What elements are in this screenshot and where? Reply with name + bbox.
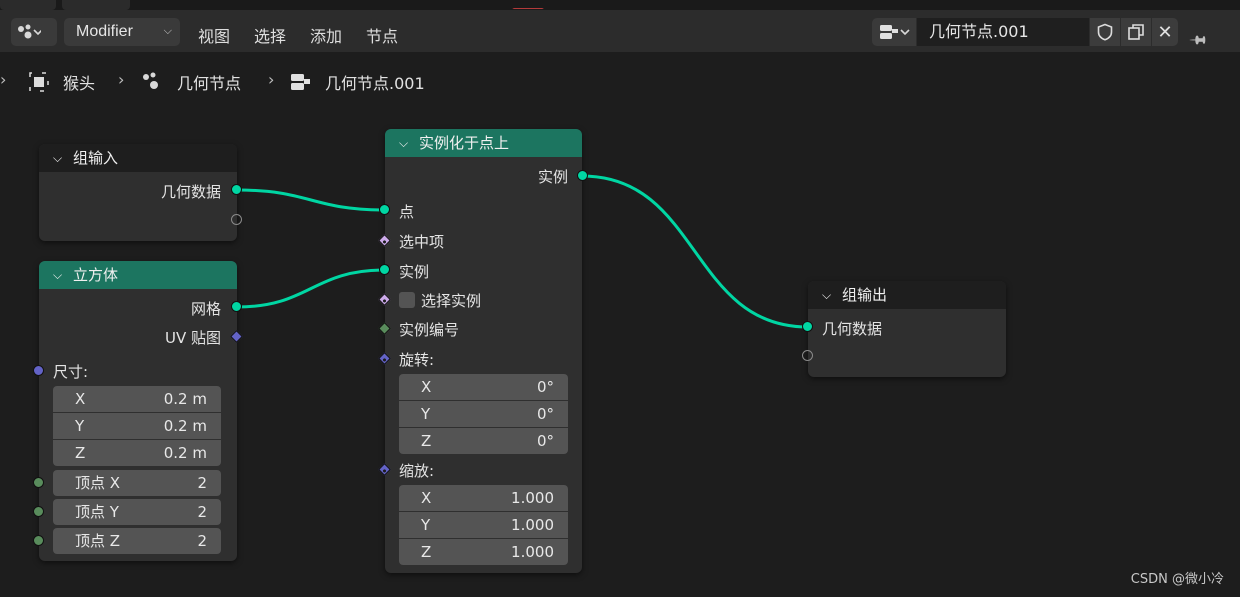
- field-label: X: [421, 489, 432, 507]
- field-label: 顶点 X: [75, 474, 121, 492]
- node-title: 组输入: [73, 149, 119, 167]
- input-socket-vertices-x[interactable]: [33, 477, 44, 488]
- node-instance-on-points[interactable]: ⌵ 实例化于点上 实例 点 选中项 实例 选择实例 实例编号 旋转: X 0° …: [385, 129, 582, 573]
- node-header[interactable]: ⌵ 立方体: [39, 261, 237, 289]
- link-geometry-to-points[interactable]: [236, 188, 386, 212]
- socket-label: 几何数据: [160, 183, 221, 201]
- field-label: Z: [421, 543, 432, 561]
- field-value: 0°: [536, 432, 554, 450]
- chevron-down-icon[interactable]: ⌵: [53, 261, 62, 289]
- vertices-z-field[interactable]: 顶点 Z 2: [53, 528, 221, 554]
- size-x-field[interactable]: X 0.2 m: [53, 386, 221, 412]
- node-header[interactable]: ⌵ 组输入: [39, 144, 237, 172]
- chevron-down-icon[interactable]: ⌵: [399, 129, 408, 157]
- field-value: 2: [197, 474, 207, 492]
- socket-label: UV 贴图: [164, 329, 221, 347]
- field-label: Z: [421, 432, 432, 450]
- field-label: Y: [75, 417, 85, 435]
- socket-label: 点: [399, 203, 415, 221]
- watermark: CSDN @微小冷: [1130, 572, 1224, 587]
- output-socket-mesh[interactable]: [231, 301, 242, 312]
- field-value: 0.2 m: [163, 390, 207, 408]
- field-value: 0.2 m: [163, 417, 207, 435]
- field-value: 0°: [536, 378, 554, 396]
- link-mesh-to-instance[interactable]: [236, 268, 386, 309]
- field-label: X: [421, 378, 432, 396]
- socket-label: 实例编号: [399, 321, 460, 339]
- node-title: 立方体: [73, 266, 119, 284]
- vertices-x-field[interactable]: 顶点 X 2: [53, 470, 221, 496]
- node-cube[interactable]: ⌵ 立方体 网格 UV 贴图 尺寸: X 0.2 m Y 0.2 m Z 0.2…: [39, 261, 237, 561]
- scale-z-field[interactable]: Z 1.000: [399, 539, 568, 565]
- vertices-y-field[interactable]: 顶点 Y 2: [53, 499, 221, 525]
- output-socket-empty[interactable]: [231, 214, 242, 225]
- field-value: 1.000: [511, 489, 554, 507]
- rotation-y-field[interactable]: Y 0°: [399, 401, 568, 427]
- field-value: 1.000: [511, 516, 554, 534]
- output-socket-instances[interactable]: [577, 170, 588, 181]
- node-header[interactable]: ⌵ 实例化于点上: [385, 129, 582, 157]
- chevron-down-icon[interactable]: ⌵: [822, 281, 831, 309]
- socket-label: 实例: [399, 263, 430, 281]
- scale-y-field[interactable]: Y 1.000: [399, 512, 568, 538]
- input-socket-geometry[interactable]: [802, 321, 813, 332]
- field-value: 1.000: [511, 543, 554, 561]
- input-socket-empty[interactable]: [802, 350, 813, 361]
- field-label: Y: [421, 516, 431, 534]
- node-title: 实例化于点上: [419, 134, 510, 152]
- socket-label: 网格: [190, 300, 221, 318]
- scale-x-field[interactable]: X 1.000: [399, 485, 568, 511]
- socket-label: 几何数据: [822, 320, 883, 338]
- socket-label: 选择实例: [421, 292, 482, 310]
- socket-label: 选中项: [399, 233, 445, 251]
- input-socket-size[interactable]: [33, 365, 44, 376]
- field-value: 2: [197, 503, 207, 521]
- node-group-output[interactable]: ⌵ 组输出 几何数据: [808, 281, 1006, 377]
- input-socket-vertices-y[interactable]: [33, 506, 44, 517]
- socket-label: 旋转:: [399, 351, 435, 369]
- field-label: Y: [421, 405, 431, 423]
- rotation-x-field[interactable]: X 0°: [399, 374, 568, 400]
- output-socket-geometry[interactable]: [231, 184, 242, 195]
- field-value: 0.2 m: [163, 444, 207, 462]
- socket-label: 缩放:: [399, 462, 435, 480]
- socket-label: 实例: [537, 168, 568, 186]
- pick-instance-checkbox[interactable]: [399, 292, 415, 308]
- link-instances-to-output[interactable]: [581, 174, 809, 329]
- input-socket-points[interactable]: [379, 204, 390, 215]
- socket-label: 尺寸:: [53, 363, 89, 381]
- node-header[interactable]: ⌵ 组输出: [808, 281, 1006, 309]
- size-y-field[interactable]: Y 0.2 m: [53, 413, 221, 439]
- field-value: 2: [197, 532, 207, 550]
- size-z-field[interactable]: Z 0.2 m: [53, 440, 221, 466]
- node-title: 组输出: [842, 286, 888, 304]
- field-label: X: [75, 390, 86, 408]
- rotation-z-field[interactable]: Z 0°: [399, 428, 568, 454]
- field-label: 顶点 Z: [75, 532, 121, 550]
- input-socket-vertices-z[interactable]: [33, 535, 44, 546]
- field-value: 0°: [536, 405, 554, 423]
- field-label: Z: [75, 444, 86, 462]
- node-group-input[interactable]: ⌵ 组输入 几何数据: [39, 144, 237, 241]
- input-socket-instance[interactable]: [379, 264, 390, 275]
- field-label: 顶点 Y: [75, 503, 119, 521]
- chevron-down-icon[interactable]: ⌵: [53, 144, 62, 172]
